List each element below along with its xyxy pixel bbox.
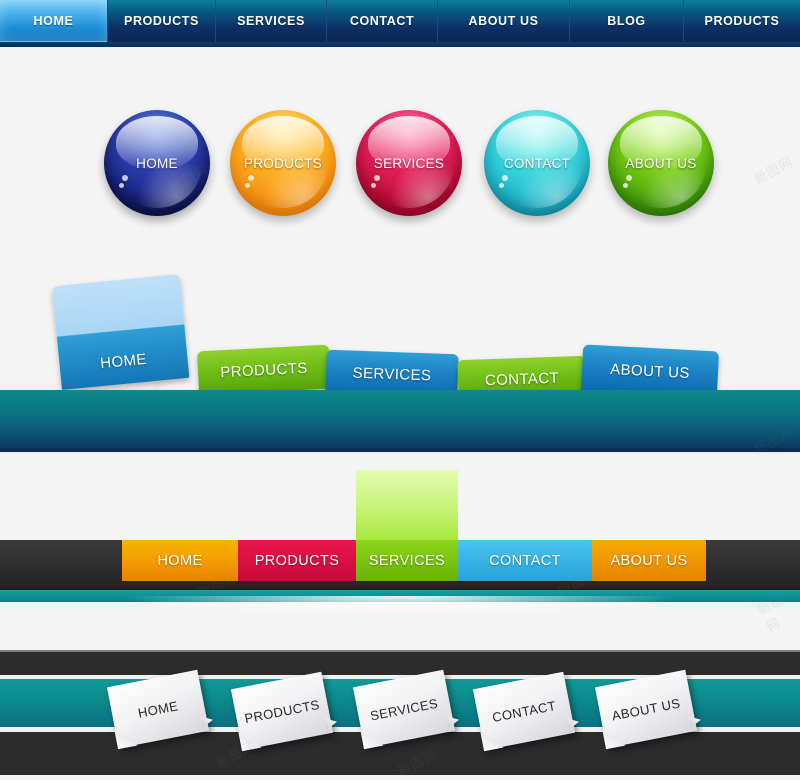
ribbon-tab-products[interactable]: PRODUCTS: [196, 344, 332, 396]
ribbon-tab-label: HOME: [99, 350, 148, 373]
dark-tab-contact[interactable]: CONTACT: [458, 540, 592, 581]
ribbon-tab-label: CONTACT: [484, 369, 560, 389]
nav-tab-label: BLOG: [607, 14, 646, 28]
paper-tab-label: ABOUT US: [610, 695, 682, 723]
ribbon-tab-label: PRODUCTS: [219, 359, 309, 381]
dark-tab-home[interactable]: HOME: [122, 540, 238, 581]
orb-button-products[interactable]: PRODUCTS: [230, 110, 336, 216]
dark-tab-products[interactable]: PRODUCTS: [238, 540, 356, 581]
paper-tab-label: PRODUCTS: [243, 696, 321, 726]
paper-tab-label: CONTACT: [490, 697, 558, 725]
dark-tab-services[interactable]: SERVICES: [356, 540, 458, 581]
tilted-ribbon-tab-bar: HOME PRODUCTS SERVICES CONTACT ABOUT US: [0, 270, 800, 460]
paper-tab-label: HOME: [136, 697, 180, 721]
nav-tab-products-2[interactable]: PRODUCTS: [684, 0, 800, 42]
orb-button-label: ABOUT US: [625, 155, 697, 171]
dark-tab-label: HOME: [157, 552, 203, 569]
ribbon-base-bar: [0, 390, 800, 452]
nav-tab-about-us[interactable]: ABOUT US: [438, 0, 570, 42]
nav-tab-products[interactable]: PRODUCTS: [108, 0, 216, 42]
orb-button-label: PRODUCTS: [243, 155, 323, 171]
services-active-panel: [356, 470, 458, 540]
nav-tab-label: HOME: [33, 14, 74, 28]
nav-tab-home[interactable]: HOME: [0, 0, 108, 47]
nav-tab-label: PRODUCTS: [704, 14, 780, 28]
orb-button-services[interactable]: SERVICES: [356, 110, 462, 216]
orb-button-label: SERVICES: [373, 155, 445, 171]
nav-tab-label: SERVICES: [237, 14, 305, 28]
navbar-underline: [0, 42, 800, 47]
dark-tab-about-us[interactable]: ABOUT US: [592, 540, 706, 581]
nav-tab-blog[interactable]: BLOG: [570, 0, 684, 42]
bubble-highlight-icon: [498, 173, 508, 189]
dark-tab-label: PRODUCTS: [254, 552, 340, 569]
teal-accent-strip: [0, 590, 800, 602]
dark-tab-label: CONTACT: [489, 552, 561, 569]
orb-button-label: CONTACT: [503, 155, 571, 171]
nav-tab-services[interactable]: SERVICES: [216, 0, 327, 42]
orb-button-contact[interactable]: CONTACT: [484, 110, 590, 216]
bubble-highlight-icon: [244, 173, 254, 189]
bubble-highlight-icon: [370, 173, 380, 189]
nav-tab-contact[interactable]: CONTACT: [327, 0, 438, 42]
top-navigation-bar: HOME PRODUCTS SERVICES CONTACT ABOUT US …: [0, 0, 800, 47]
paper-tab-label: SERVICES: [368, 695, 440, 723]
paper-hairline: [0, 650, 800, 652]
paper-note-tab-row: HOME PRODUCTS SERVICES CONTACT ABOUT US: [0, 650, 800, 775]
glossy-orb-button-row: HOME PRODUCTS SERVICES CONTACT ABOUT US: [0, 110, 800, 235]
dark-tab-label: SERVICES: [368, 552, 446, 569]
ribbon-tab-home[interactable]: HOME: [52, 274, 190, 390]
ribbon-tab-label: ABOUT US: [609, 360, 691, 382]
nav-tab-label: CONTACT: [349, 14, 415, 28]
bubble-highlight-icon: [622, 173, 632, 189]
dark-bar-tab-row: HOME PRODUCTS SERVICES CONTACT ABOUT US: [0, 470, 800, 618]
nav-tab-label: ABOUT US: [468, 14, 539, 28]
orb-button-label: HOME: [136, 155, 178, 171]
menu-template-sheet: HOME PRODUCTS SERVICES CONTACT ABOUT US …: [0, 0, 800, 780]
nav-tab-label: PRODUCTS: [124, 14, 199, 28]
orb-button-about-us[interactable]: ABOUT US: [608, 110, 714, 216]
ribbon-tab-label: SERVICES: [352, 364, 432, 384]
dark-tab-label: ABOUT US: [610, 552, 688, 569]
bubble-highlight-icon: [118, 173, 128, 189]
orb-button-home[interactable]: HOME: [104, 110, 210, 216]
